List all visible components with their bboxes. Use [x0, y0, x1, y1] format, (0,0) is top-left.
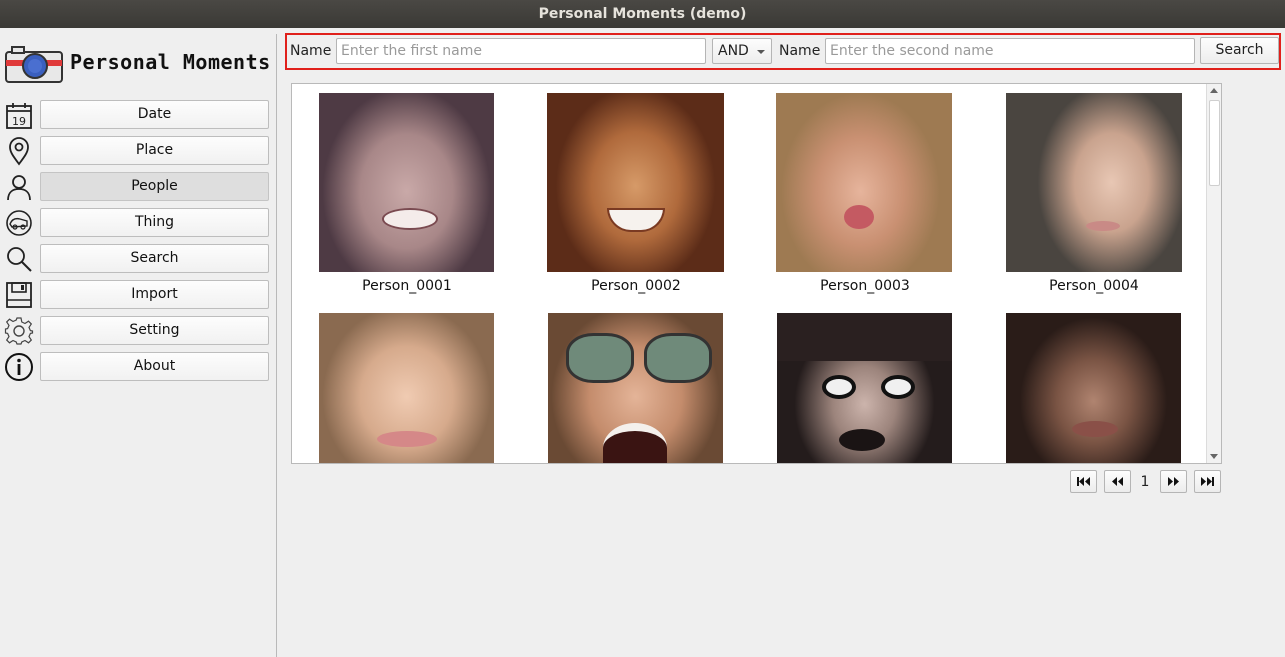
skip-last-icon	[1201, 477, 1214, 486]
calendar-day: 19	[12, 115, 26, 128]
nav-people-button[interactable]: People	[40, 172, 269, 201]
first-page-button[interactable]	[1070, 470, 1097, 493]
window-title: Personal Moments (demo)	[538, 6, 747, 22]
calendar-icon: 19	[6, 103, 32, 129]
person-photo[interactable]	[777, 313, 952, 463]
nav-search-button[interactable]: Search	[40, 244, 269, 273]
nav-about-button[interactable]: About	[40, 352, 269, 381]
person-photo[interactable]	[1006, 313, 1181, 463]
person-name[interactable]: Person_0004	[994, 278, 1194, 294]
second-name-input[interactable]	[825, 38, 1195, 64]
last-page-button[interactable]	[1194, 470, 1221, 493]
gear-icon	[4, 317, 34, 345]
first-name-input[interactable]	[336, 38, 706, 64]
person-name[interactable]: Person_0003	[765, 278, 965, 294]
scroll-up-arrow-icon[interactable]	[1210, 88, 1218, 93]
person-photo[interactable]	[548, 313, 723, 463]
person-name[interactable]: Person_0002	[536, 278, 736, 294]
thing-icon	[6, 210, 32, 236]
nav-thing-button[interactable]: Thing	[40, 208, 269, 237]
lips-shape	[1086, 221, 1120, 231]
person-photo[interactable]	[1006, 93, 1182, 272]
bangs-shape	[777, 313, 952, 361]
scroll-thumb[interactable]	[1209, 100, 1220, 186]
name-search-bar: Name AND Name Search	[285, 33, 1281, 70]
nav-date-button[interactable]: Date	[40, 100, 269, 129]
sunglasses-right-shape	[644, 333, 712, 383]
sunglasses-left-shape	[566, 333, 634, 383]
gallery-scrollbar[interactable]	[1206, 84, 1221, 463]
nav-import-button[interactable]: Import	[40, 280, 269, 309]
operator-select[interactable]: AND	[712, 38, 772, 64]
lips-shape	[844, 205, 874, 229]
smile-shape	[382, 208, 438, 230]
people-gallery: Person_0001 Person_0002 Person_0003 Pers…	[291, 83, 1222, 464]
chevron-down-icon	[757, 50, 765, 54]
eye-right-shape	[881, 375, 915, 399]
app-title: Personal Moments	[70, 50, 271, 74]
person-photo[interactable]	[319, 313, 494, 463]
lips-shape	[377, 431, 437, 447]
mouth-shape	[603, 423, 667, 463]
person-icon	[7, 175, 31, 201]
sidebar-divider	[276, 34, 277, 657]
nav-setting-button[interactable]: Setting	[40, 316, 269, 345]
eye-left-shape	[822, 375, 856, 399]
person-photo[interactable]	[547, 93, 724, 272]
camera-logo-icon	[5, 46, 63, 83]
page-number: 1	[1140, 474, 1150, 490]
next-page-button[interactable]	[1160, 470, 1187, 493]
person-photo[interactable]	[319, 93, 494, 272]
rewind-icon	[1112, 477, 1123, 486]
lips-shape	[1072, 421, 1118, 437]
skip-first-icon	[1077, 477, 1090, 486]
nav-place-button[interactable]: Place	[40, 136, 269, 165]
info-icon	[5, 353, 33, 381]
operator-value: AND	[718, 43, 749, 59]
floppy-disk-icon	[6, 282, 32, 308]
smile-shape	[607, 208, 665, 232]
window-titlebar: Personal Moments (demo)	[0, 0, 1285, 28]
first-name-label: Name	[290, 43, 332, 59]
second-name-label: Name	[779, 43, 821, 59]
person-photo[interactable]	[776, 93, 952, 272]
scroll-down-arrow-icon[interactable]	[1210, 454, 1218, 459]
fast-forward-icon	[1168, 477, 1179, 486]
lips-shape	[839, 429, 885, 451]
previous-page-button[interactable]	[1104, 470, 1131, 493]
search-icon	[7, 247, 32, 272]
person-name[interactable]: Person_0001	[307, 278, 507, 294]
location-pin-icon	[9, 137, 29, 166]
search-button[interactable]: Search	[1200, 37, 1279, 64]
